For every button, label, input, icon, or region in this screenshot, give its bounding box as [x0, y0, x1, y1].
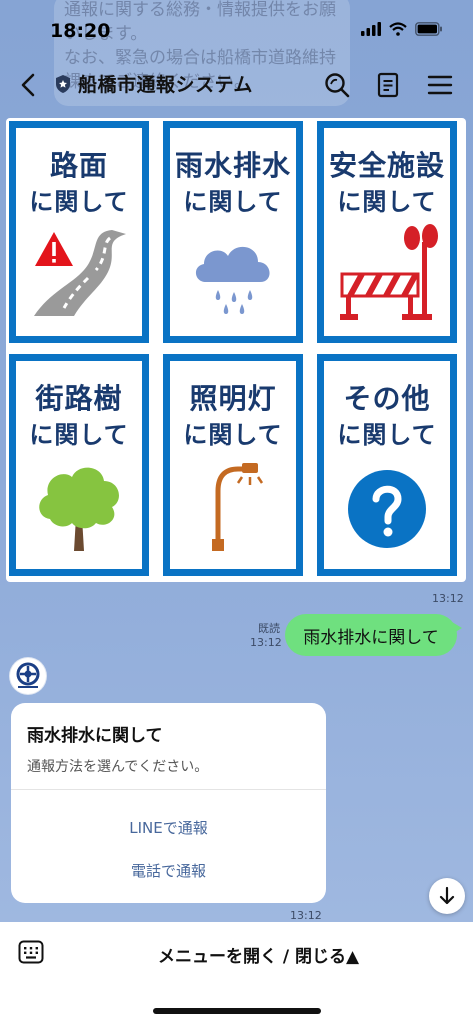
sent-bubble-tail: [452, 622, 462, 634]
tile-other-title: その他: [343, 382, 431, 415]
card-timestamp: 13:12: [290, 909, 322, 922]
notes-icon[interactable]: [373, 70, 403, 100]
back-arrow-icon[interactable]: [14, 70, 44, 100]
wifi-icon: [389, 22, 407, 36]
read-label: 既読: [258, 622, 280, 635]
arrow-down-icon: [439, 886, 455, 905]
card-title: 雨水排水に関して: [27, 726, 163, 746]
tile-road-subtitle: に関して: [29, 188, 129, 216]
battery-icon: [415, 22, 442, 36]
status-time: 18:20: [50, 20, 111, 42]
keyboard-icon[interactable]: [18, 940, 44, 964]
tile-road-title: 路面: [49, 149, 108, 182]
barrier-icon: [340, 224, 438, 320]
tile-street-tree[interactable]: 街路樹 に関して: [9, 354, 149, 576]
home-indicator: [153, 1008, 321, 1014]
tile-rainwater-subtitle: に関して: [183, 188, 283, 216]
status-icons: [361, 22, 443, 36]
tile-other-subtitle: に関して: [337, 421, 437, 449]
tile-streetlight[interactable]: 照明灯 に関して: [163, 354, 303, 576]
tile-rainwater-title: 雨水排水: [174, 149, 291, 182]
chat-title: 船橋市通報システム: [78, 74, 253, 96]
bottom-bar: メニューを開く / 閉じる▲: [0, 922, 473, 1024]
tile-safety[interactable]: 安全施設 に関して: [317, 121, 457, 343]
reply-method-card: 雨水排水に関して 通報方法を選んでください。 LINEで通報 電話で通報: [11, 703, 326, 903]
card-divider: [11, 789, 326, 790]
report-via-phone-button[interactable]: 電話で通報: [11, 860, 326, 881]
menu-toggle-button[interactable]: メニューを開く / 閉じる▲: [158, 942, 359, 967]
road-warning-icon: [34, 230, 126, 316]
tile-streetlight-subtitle: に関して: [183, 421, 283, 449]
tree-icon: [39, 467, 119, 551]
scroll-to-bottom-button[interactable]: [429, 878, 465, 914]
tile-street-tree-subtitle: に関して: [29, 421, 129, 449]
tile-street-tree-title: 街路樹: [35, 382, 123, 415]
tile-safety-subtitle: に関して: [337, 188, 437, 216]
streetlight-icon: [212, 463, 264, 551]
tile-safety-title: 安全施設: [328, 149, 445, 182]
sent-message-bubble[interactable]: 雨水排水に関して: [285, 614, 457, 656]
tile-rainwater[interactable]: 雨水排水 に関して: [163, 121, 303, 343]
tile-other[interactable]: その他 に関して: [317, 354, 457, 576]
shield-icon: [56, 74, 70, 93]
menu-timestamp: 13:12: [432, 592, 464, 605]
card-subtitle: 通報方法を選んでください。: [27, 759, 209, 775]
report-via-line-button[interactable]: LINEで通報: [11, 817, 326, 838]
search-icon[interactable]: [322, 70, 352, 100]
signal-icon: [361, 22, 381, 36]
status-bar: 18:20: [0, 0, 473, 60]
chat-title-group[interactable]: 船橋市通報システム: [54, 70, 253, 97]
chat-header: 船橋市通報システム: [0, 60, 473, 110]
tile-streetlight-title: 照明灯: [189, 382, 277, 415]
rain-cloud-icon: [195, 246, 270, 314]
menu-icon[interactable]: [425, 70, 455, 100]
avatar[interactable]: [10, 658, 46, 694]
report-category-menu: 路面 に関して 雨水排水 に関して 安全施設 に関して 街路樹 に関して 照明灯…: [6, 118, 466, 582]
read-receipt: 既読 13:12: [250, 622, 282, 650]
sent-timestamp: 13:12: [250, 636, 282, 649]
tile-road[interactable]: 路面 に関して: [9, 121, 149, 343]
question-icon: [348, 470, 426, 548]
